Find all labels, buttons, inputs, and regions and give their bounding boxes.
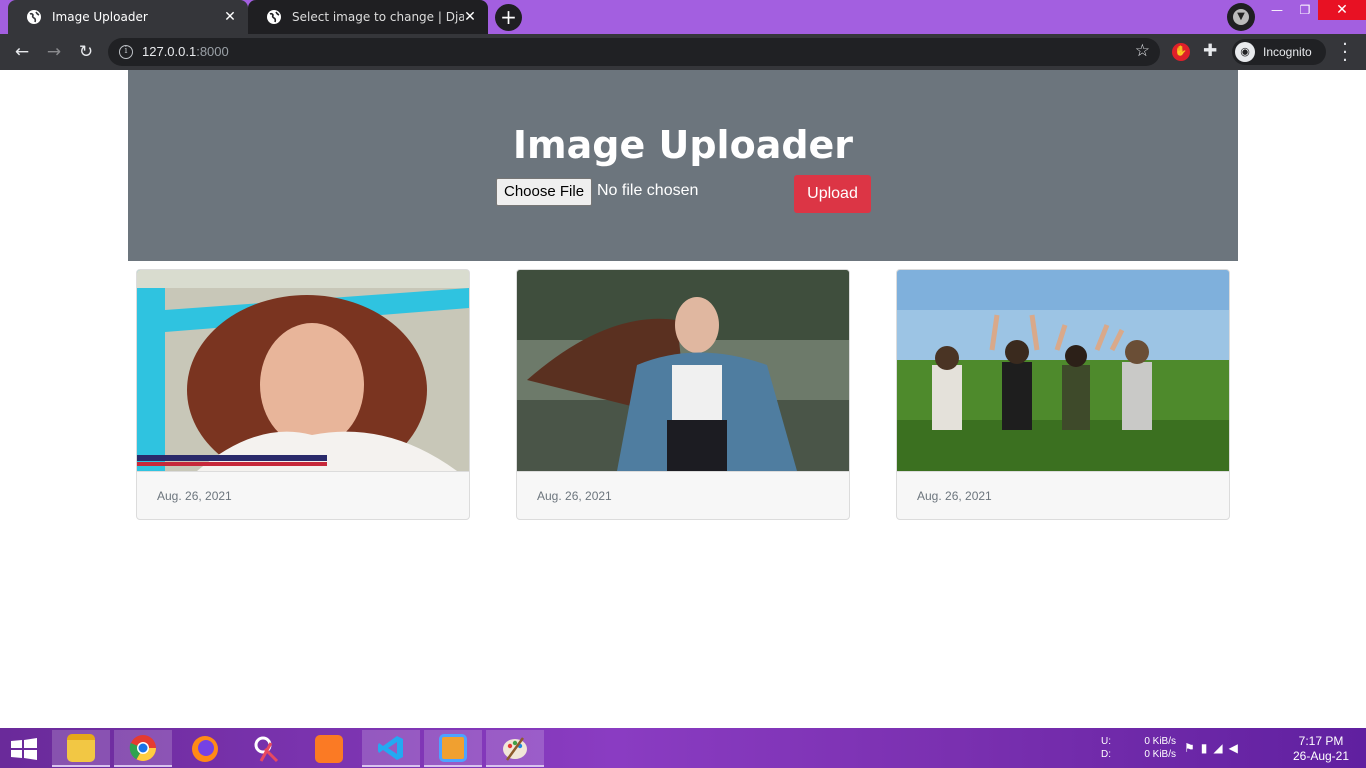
tab-search-button[interactable]: ▼ — [1227, 3, 1255, 31]
reload-button[interactable]: ↻ — [74, 40, 98, 64]
vscode-logo-icon — [378, 735, 403, 760]
restore-button[interactable]: ❐ — [1290, 0, 1320, 20]
image-card: Aug. 26, 2021 — [136, 269, 470, 520]
back-button[interactable]: ← — [10, 40, 34, 64]
url-text: 127.0.0.1:8000 — [142, 44, 229, 59]
paint-icon[interactable] — [486, 730, 544, 767]
xampp-icon[interactable] — [300, 730, 358, 767]
incognito-label: Incognito — [1263, 45, 1312, 59]
file-explorer-icon[interactable] — [52, 730, 110, 767]
url-host: 127.0.0.1 — [142, 44, 197, 59]
tab-django-admin[interactable]: Select image to change | Django ✕ — [248, 0, 488, 34]
clock-date: 26-Aug-21 — [1292, 749, 1350, 763]
close-icon[interactable]: ✕ — [222, 9, 238, 25]
card-footer: Aug. 26, 2021 — [517, 471, 849, 519]
palette-icon — [503, 736, 527, 761]
bookmark-star-icon[interactable]: ☆ — [1135, 41, 1150, 61]
volume-icon[interactable]: ◀ — [1229, 741, 1244, 755]
woman-denim-jacket-photo[interactable] — [517, 270, 849, 471]
globe-icon — [267, 10, 281, 24]
download-label: D: — [1101, 749, 1111, 760]
upload-button[interactable]: Upload — [794, 175, 871, 213]
windows-start-icon[interactable] — [10, 738, 38, 760]
info-icon[interactable]: i — [119, 45, 133, 59]
taskbar-clock[interactable]: 7:17 PM 26-Aug-21 — [1282, 734, 1360, 764]
snipping-tool-icon[interactable] — [238, 730, 296, 767]
download-rate: 0 KiB/s — [1144, 749, 1176, 760]
card-footer: Aug. 26, 2021 — [897, 471, 1229, 519]
extension-icon[interactable]: ✋ — [1172, 43, 1190, 61]
woman-portrait-photo[interactable] — [137, 270, 469, 471]
upload-header: Image Uploader Choose File No file chose… — [128, 70, 1238, 261]
incognito-indicator[interactable]: ◉ Incognito — [1232, 39, 1326, 65]
browser-toolbar: ← → ↻ i 127.0.0.1:8000 ☆ — [0, 34, 1366, 70]
folder-icon — [67, 733, 95, 762]
forward-button[interactable]: → — [42, 40, 66, 64]
play-icon — [439, 733, 467, 762]
browser-menu-icon[interactable]: · · · — [1340, 36, 1350, 70]
minimize-button[interactable]: — — [1262, 0, 1292, 20]
card-footer: Aug. 26, 2021 — [137, 471, 469, 519]
network-icon[interactable]: ▮ — [1201, 741, 1214, 755]
choose-file-button[interactable]: Choose File — [496, 178, 593, 206]
tab-title: Select image to change | Django — [292, 10, 464, 24]
close-icon[interactable]: ✕ — [462, 9, 478, 25]
network-meter-rates: 0 KiB/s 0 KiB/s — [1140, 735, 1176, 761]
scissors-icon — [254, 736, 279, 762]
address-bar[interactable]: i 127.0.0.1:8000 ☆ — [108, 38, 1160, 66]
clock-time: 7:17 PM — [1298, 734, 1344, 748]
firefox-logo-icon — [192, 735, 218, 762]
chrome-logo-icon — [129, 734, 157, 761]
page-title: Image Uploader — [512, 123, 854, 167]
new-tab-button[interactable]: + — [495, 4, 522, 31]
tab-image-uploader[interactable]: Image Uploader ✕ — [8, 0, 248, 34]
extensions-puzzle-icon[interactable]: ✚ — [1203, 41, 1217, 61]
upload-date: Aug. 26, 2021 — [917, 489, 992, 503]
chevron-down-icon: ▼ — [1233, 9, 1249, 25]
upload-rate: 0 KiB/s — [1144, 736, 1176, 747]
upload-label: U: — [1101, 736, 1111, 747]
firefox-icon[interactable] — [176, 730, 234, 767]
url-port: :8000 — [196, 44, 229, 59]
image-card: Aug. 26, 2021 — [516, 269, 850, 520]
network-meter-labels: U: D: — [1101, 735, 1111, 761]
page-content: Image Uploader Choose File No file chose… — [0, 70, 1366, 728]
tab-title: Image Uploader — [52, 10, 148, 24]
browser-tab-strip: Image Uploader ✕ Select image to change … — [0, 0, 1366, 34]
globe-icon — [27, 10, 41, 24]
vscode-icon[interactable] — [362, 730, 420, 767]
window-close-button[interactable]: ✕ — [1318, 0, 1366, 20]
file-status-text: No file chosen — [597, 182, 699, 199]
chrome-icon[interactable] — [114, 730, 172, 767]
friends-in-field-photo[interactable] — [897, 270, 1229, 471]
image-card: Aug. 26, 2021 — [896, 269, 1230, 520]
incognito-icon: ◉ — [1235, 42, 1255, 62]
upload-date: Aug. 26, 2021 — [537, 489, 612, 503]
flag-icon[interactable]: ⚑ — [1184, 741, 1201, 755]
xampp-logo-icon — [315, 734, 343, 763]
system-tray[interactable]: ⚑▮◢◀ — [1184, 741, 1244, 755]
wifi-icon[interactable]: ◢ — [1213, 741, 1228, 755]
upload-date: Aug. 26, 2021 — [157, 489, 232, 503]
media-player-icon[interactable] — [424, 730, 482, 767]
